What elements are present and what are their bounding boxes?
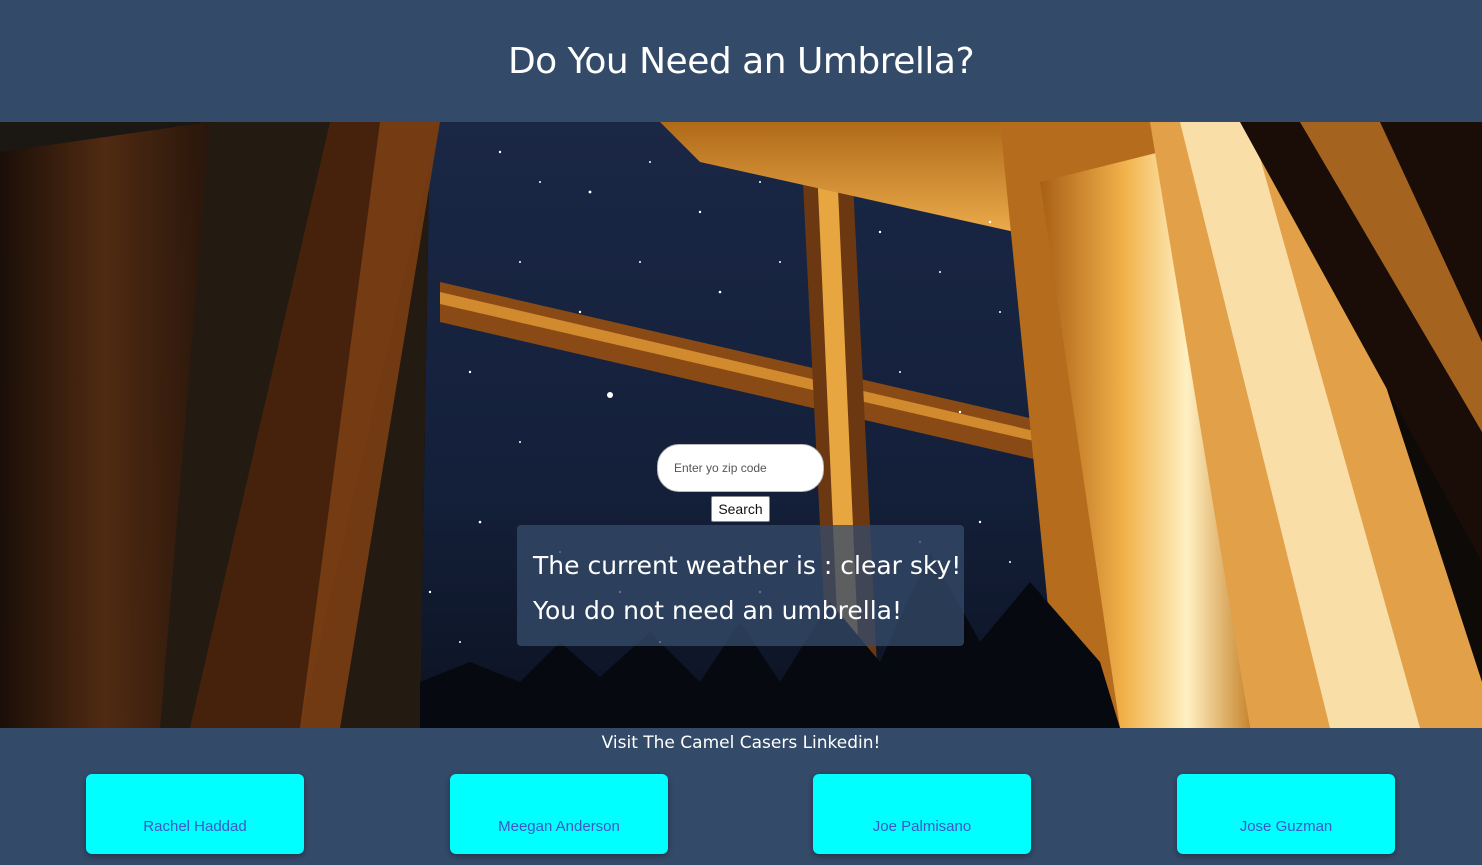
page-header: Do You Need an Umbrella? [0,0,1482,122]
search-button[interactable]: Search [711,496,770,522]
umbrella-recommendation: You do not need an umbrella! [533,596,902,625]
linkedin-link-meegan-anderson[interactable]: Meegan Anderson [450,774,668,854]
zip-code-input[interactable] [657,444,824,492]
linkedin-link-jose-guzman[interactable]: Jose Guzman [1177,774,1395,854]
linkedin-heading: Visit The Camel Casers Linkedin! [601,733,881,753]
weather-result-box: The current weather is : clear sky! You … [517,525,964,646]
page-title: Do You Need an Umbrella? [507,40,975,82]
page-footer: Visit The Camel Casers Linkedin! Rachel … [0,728,1482,865]
linkedin-link-rachel-haddad[interactable]: Rachel Haddad [86,774,304,854]
hero-background: Search The current weather is : clear sk… [0,122,1482,728]
linkedin-link-joe-palmisano[interactable]: Joe Palmisano [813,774,1031,854]
weather-description: The current weather is : clear sky! [533,551,962,580]
